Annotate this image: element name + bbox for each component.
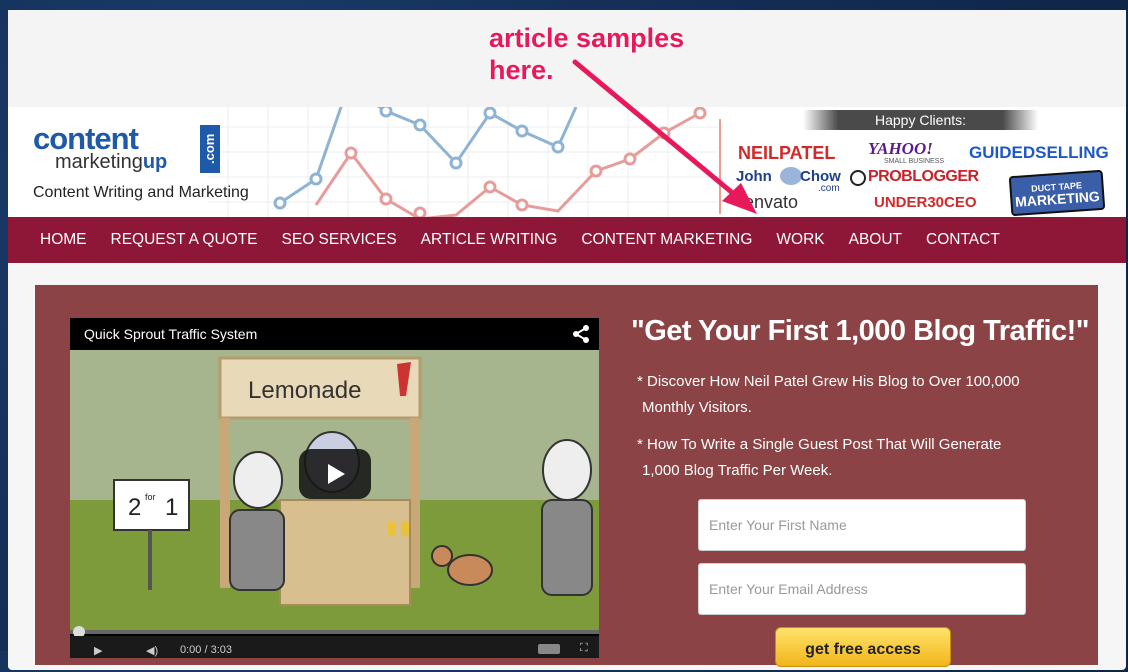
site-header: content marketingup .com Content Writing… (8, 107, 1126, 217)
client-logo-envato: envato (744, 192, 799, 212)
globe-icon (780, 167, 802, 185)
annotation-line-1: article samples (489, 23, 685, 53)
video-progress-bar[interactable] (70, 630, 599, 634)
client-logo-johnchow-first: John (736, 168, 772, 185)
offer-bullet-1: * Discover How Neil Patel Grew His Blog … (637, 369, 1067, 421)
nav-home[interactable]: HOME (40, 231, 87, 249)
share-icon[interactable] (571, 324, 591, 344)
offer-headline: "Get Your First 1,000 Blog Traffic!" (631, 315, 1090, 347)
client-logo-ducttape: DUCT TAPE MARKETING (1008, 169, 1106, 217)
nav-work[interactable]: WORK (776, 231, 824, 249)
offer-bullet-1-line2: Monthly Visitors. (642, 399, 752, 416)
clients-divider (719, 119, 721, 214)
first-name-input[interactable] (698, 499, 1026, 551)
main-navigation: HOME REQUEST A QUOTE SEO SERVICES ARTICL… (8, 217, 1126, 263)
annotation-line-2: here. (489, 55, 554, 85)
video-time: 0:00 / 3:03 (180, 644, 232, 656)
captions-icon[interactable] (538, 644, 560, 654)
video-player[interactable]: Lemonade 2 for 1 Quick Sprout Traffic Sy… (70, 318, 599, 658)
nav-seo-services[interactable]: SEO SERVICES (282, 231, 397, 249)
offer-bullet-1-line1: * Discover How Neil Patel Grew His Blog … (637, 373, 1020, 390)
play-button[interactable] (299, 449, 371, 499)
logo-word-marketingup: marketingup (55, 151, 168, 173)
video-title: Quick Sprout Traffic System (84, 326, 258, 342)
offer-bullet-2-line1: * How To Write a Single Guest Post That … (637, 436, 1002, 453)
client-logo-ducttape-line2: MARKETING (1014, 188, 1101, 210)
nav-article-writing[interactable]: ARTICLE WRITING (421, 231, 558, 249)
email-input[interactable] (698, 563, 1026, 615)
logo-word-up: up (142, 151, 168, 173)
client-logo-yahoo-subtitle: SMALL BUSINESS (884, 158, 945, 165)
optin-panel: Lemonade 2 for 1 Quick Sprout Traffic Sy… (35, 285, 1098, 667)
nav-content-marketing[interactable]: CONTENT MARKETING (581, 231, 752, 249)
nav-contact[interactable]: CONTACT (926, 231, 1000, 249)
client-logo-yahoo: YAHOO! (868, 139, 933, 158)
fullscreen-icon[interactable]: ⛶ (580, 642, 588, 655)
nav-request-a-quote[interactable]: REQUEST A QUOTE (111, 231, 258, 249)
client-logo-under30ceo: UNDER30CEO (874, 194, 977, 211)
logo-word-marketing: marketing (55, 151, 143, 173)
logo-word-content: content (33, 121, 139, 156)
lemonade-sign-text: Lemonade (248, 377, 361, 404)
page-frame: article samples here. content marketingu… (8, 10, 1126, 670)
offer-sign-end: 1 (165, 494, 178, 521)
site-tagline: Content Writing and Marketing (33, 184, 249, 201)
nav-about[interactable]: ABOUT (849, 231, 902, 249)
offer-bullet-2-line2: 1,000 Blog Traffic Per Week. (642, 462, 833, 479)
offer-sign-big: 2 (128, 494, 141, 521)
problogger-icon (850, 170, 866, 186)
clients-title: Happy Clients: (803, 110, 1038, 130)
annotation-callout: article samples here. (489, 22, 684, 86)
client-logo-guidedselling: GUIDEDSELLING (969, 143, 1109, 162)
client-logo-problogger: PROBLOGGER (868, 168, 979, 185)
client-logo-johnchow-tld: .com (818, 183, 840, 194)
offer-sign-small: for (145, 492, 156, 502)
offer-bullet-2: * How To Write a Single Guest Post That … (637, 432, 1067, 484)
logo-tld: .com (200, 125, 220, 173)
get-free-access-button[interactable]: get free access (775, 627, 951, 667)
video-controls: ▶ ◀) 0:00 / 3:03 ⛶ (70, 636, 599, 658)
site-logo[interactable]: content marketingup .com (33, 121, 220, 173)
client-logo-neilpatel: NEILPATEL (738, 143, 836, 163)
